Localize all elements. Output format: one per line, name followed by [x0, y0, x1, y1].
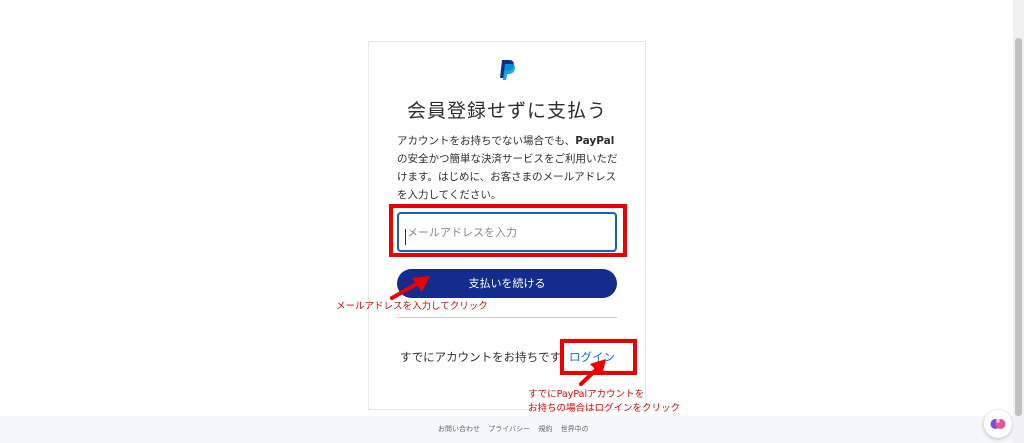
- annotation-arrow-icon: [390, 276, 430, 300]
- divider: [397, 317, 617, 318]
- footer-link-privacy[interactable]: プライバシー: [488, 425, 530, 433]
- footer-links: お問い合わせ プライバシー 規約 世界中の: [438, 424, 595, 434]
- page-title: 会員登録せずに支払う: [406, 100, 607, 122]
- scrollbar[interactable]: [1013, 0, 1024, 443]
- footer-link-contact[interactable]: お問い合わせ: [438, 425, 480, 433]
- ai-assistant-icon[interactable]: [984, 410, 1012, 438]
- annotation-note-email: メールアドレスを入力してクリック: [336, 301, 488, 312]
- paypal-logo: [500, 60, 515, 80]
- footer-link-worldwide[interactable]: 世界中の: [561, 425, 589, 433]
- existing-account-text: すでにアカウントをお持ちです。: [400, 350, 572, 364]
- scrollbar-thumb[interactable]: [1015, 38, 1022, 416]
- annotation-arrow-icon: [579, 359, 606, 386]
- footer-link-terms[interactable]: 規約: [538, 425, 552, 433]
- footer: お問い合わせ プライバシー 規約 世界中の: [0, 416, 1013, 443]
- brain-icon: [990, 419, 1006, 429]
- description-text: アカウントをお持ちでない場合でも、PayPalの安全かつ簡単な決済サービスをご利…: [397, 135, 618, 201]
- annotation-note-login: すでにPayPalアカウントを お持ちの場合はログインをクリック: [528, 389, 681, 414]
- annotation-highlight-email: [389, 204, 627, 257]
